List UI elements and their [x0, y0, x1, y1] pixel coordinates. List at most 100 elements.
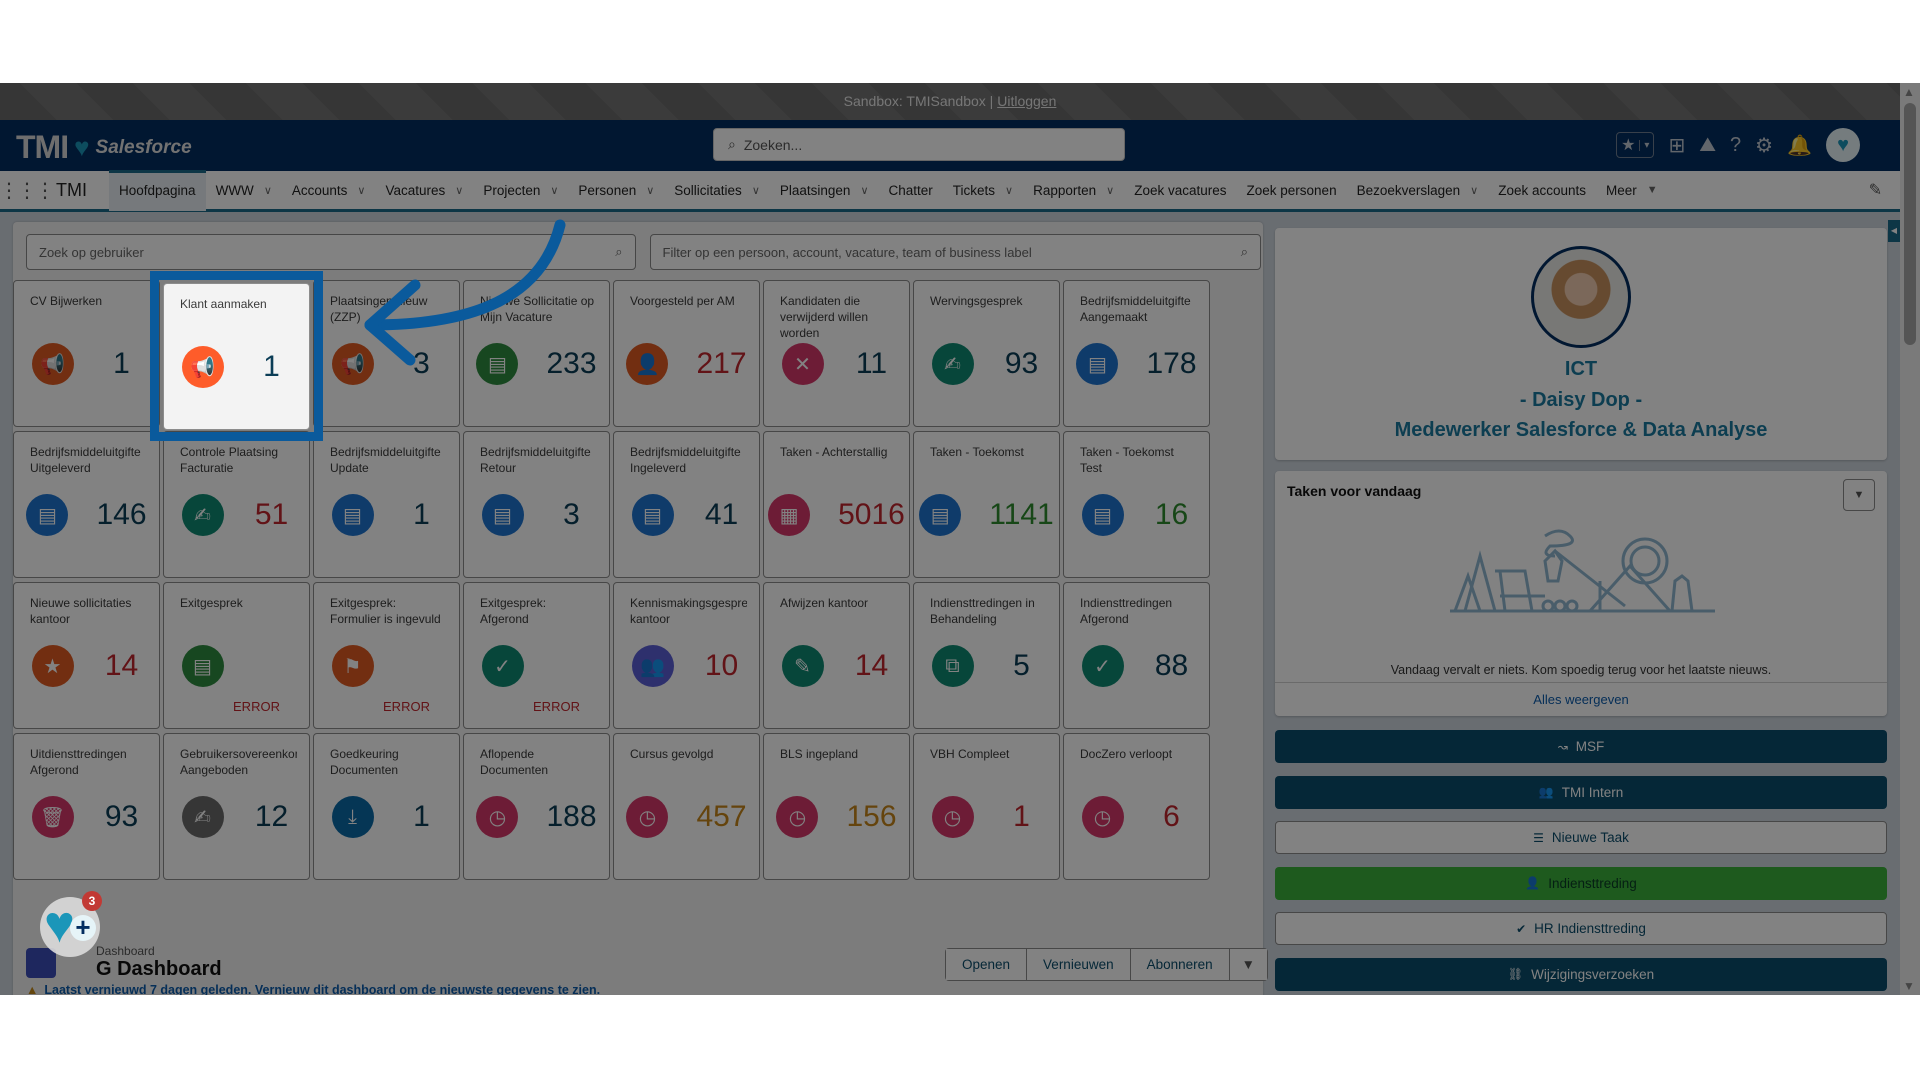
- avatar[interactable]: ♥: [1826, 128, 1860, 162]
- nav-item-label: Plaatsingen: [779, 182, 851, 198]
- msf-button[interactable]: ↝ MSF: [1275, 730, 1887, 763]
- nav-item-personen[interactable]: Personen ∨: [568, 171, 664, 209]
- metric-tile[interactable]: Plaatsingen nieuw (ZZP) 📢 3: [313, 280, 460, 427]
- metric-tile[interactable]: Taken - Toekomst Test ▤ 16: [1063, 431, 1210, 578]
- chevron-down-icon[interactable]: ▼: [1647, 184, 1658, 196]
- metric-tile[interactable]: Cursus gevolgd ◷ 457: [613, 733, 760, 880]
- chevron-down-icon[interactable]: ∨: [550, 184, 558, 197]
- metric-tile[interactable]: Bedrijfsmiddeluitgifte Ingeleverd ▤ 41: [613, 431, 760, 578]
- metric-tile[interactable]: VBH Compleet ◷ 1: [913, 733, 1060, 880]
- favorites-menu-icon[interactable]: ▾: [1639, 139, 1653, 151]
- chevron-down-icon[interactable]: ∨: [455, 184, 463, 197]
- metric-tile[interactable]: Taken - Achterstallig ▦ 5016: [763, 431, 910, 578]
- logout-link[interactable]: Uitloggen: [997, 93, 1056, 109]
- nav-item-meer[interactable]: Meer ▼: [1596, 171, 1668, 209]
- chevron-down-icon[interactable]: ∨: [1106, 184, 1114, 197]
- nieuwe-taak-button[interactable]: ☰ Nieuwe Taak: [1275, 821, 1887, 854]
- nav-item-www[interactable]: WWW ∨: [206, 171, 282, 209]
- chevron-down-icon[interactable]: ∨: [1005, 184, 1013, 197]
- metric-tile[interactable]: Gebruikersovereenkomst Aangeboden ✍ 12: [163, 733, 310, 880]
- metric-tile[interactable]: Taken - Toekomst ▤ 1141: [913, 431, 1060, 578]
- open-button[interactable]: Openen: [946, 949, 1028, 980]
- scroll-down-icon[interactable]: ▼: [1903, 979, 1915, 993]
- chevron-down-icon[interactable]: ∨: [264, 184, 272, 197]
- chevron-down-icon[interactable]: ∨: [1470, 184, 1478, 197]
- metric-tile[interactable]: Aflopende Documenten ◷ 188: [463, 733, 610, 880]
- nav-item-rapporten[interactable]: Rapporten ∨: [1023, 171, 1124, 209]
- metric-tile[interactable]: Bedrijfsmiddeluitgifte Update ▤ 1: [313, 431, 460, 578]
- tmi-logo[interactable]: TMI ♥ Salesforce: [16, 129, 192, 166]
- global-search-input[interactable]: ⌕ Zoeken...: [713, 128, 1125, 161]
- metric-tile[interactable]: Indiensttredingen Afgerond ✓ 88: [1063, 582, 1210, 729]
- subscribe-button[interactable]: Abonneren: [1130, 949, 1230, 980]
- metric-tile[interactable]: DocZero verloopt ◷ 6: [1063, 733, 1210, 880]
- tile-title: Nieuwe Sollicitatie op Mijn Vacature: [480, 294, 595, 324]
- collapse-panel-toggle[interactable]: ◀: [1888, 220, 1900, 242]
- nav-item-hoofdpagina[interactable]: Hoofdpagina: [109, 169, 206, 211]
- chevron-down-icon[interactable]: ∨: [646, 184, 654, 197]
- metric-tile[interactable]: Kandidaten die verwijderd willen worden ✕…: [763, 280, 910, 427]
- refresh-button[interactable]: Vernieuwen: [1027, 949, 1131, 980]
- metric-tile[interactable]: Uitdiensttredingen Afgerond 🗑 93: [13, 733, 160, 880]
- tile-title: Taken - Achterstallig: [780, 445, 888, 459]
- metric-tile[interactable]: CV Bijwerken 📢 1: [13, 280, 160, 427]
- metric-tile[interactable]: Exitgesprek: Afgerond ✓ ERROR: [463, 582, 610, 729]
- calendar-icon: ▦: [768, 494, 811, 536]
- nav-item-zoek-vacatures[interactable]: Zoek vacatures: [1124, 171, 1236, 209]
- nav-item-tickets[interactable]: Tickets ∨: [943, 171, 1023, 209]
- nav-item-accounts[interactable]: Accounts ∨: [282, 171, 376, 209]
- metric-tile[interactable]: Controle Plaatsing Facturatie ✍ 51: [163, 431, 310, 578]
- chevron-down-icon[interactable]: ∨: [357, 184, 365, 197]
- page-scrollbar[interactable]: ▲ ▼: [1900, 83, 1920, 995]
- metric-tile[interactable]: Goedkeuring Documenten ⤓ 1: [313, 733, 460, 880]
- nav-item-zoek-personen[interactable]: Zoek personen: [1237, 171, 1347, 209]
- metric-tile[interactable]: BLS ingepland ◷ 156: [763, 733, 910, 880]
- metric-tile[interactable]: Wervingsgesprek ✍ 93: [913, 280, 1060, 427]
- help-icon[interactable]: ?: [1730, 134, 1741, 157]
- hr-indiensttreding-button[interactable]: ✔ HR Indiensttreding: [1275, 912, 1887, 945]
- bell-icon[interactable]: 🔔: [1787, 133, 1812, 158]
- tile-title: Taken - Toekomst Test: [1080, 445, 1174, 475]
- trailhead-icon[interactable]: ⛰: [1699, 134, 1716, 157]
- metric-tile[interactable]: Voorgesteld per AM 👤 217: [613, 280, 760, 427]
- metric-tile[interactable]: Exitgesprek ▤ ERROR: [163, 582, 310, 729]
- wijzigingsverzoeken-button[interactable]: ⛓ Wijzigingsverzoeken: [1275, 957, 1887, 991]
- nav-item-sollicitaties[interactable]: Sollicitaties ∨: [664, 171, 770, 209]
- scroll-thumb[interactable]: [1904, 103, 1916, 345]
- label-filter-input[interactable]: Filter op een persoon, account, vacature…: [649, 234, 1261, 270]
- nav-item-chatter[interactable]: Chatter: [879, 171, 943, 209]
- nav-item-bezoekverslagen[interactable]: Bezoekverslagen ∨: [1347, 171, 1489, 209]
- metric-tile[interactable]: Indiensttredingen in Behandeling ⧉ 5: [913, 582, 1060, 729]
- global-add-icon[interactable]: ⊞: [1668, 133, 1685, 158]
- metric-tile[interactable]: Afwijzen kantoor ✎ 14: [763, 582, 910, 729]
- app-name: TMI: [56, 179, 87, 200]
- nav-item-vacatures[interactable]: Vacatures ∨: [375, 171, 473, 209]
- gear-icon[interactable]: ⚙: [1755, 133, 1773, 158]
- metric-tile[interactable]: Bedrijfsmiddeluitgifte Aangemaakt ▤ 178: [1063, 280, 1210, 427]
- metric-tile[interactable]: Nieuwe sollicitaties kantoor ★ 14: [13, 582, 160, 729]
- highlighted-tile-klant-aanmaken[interactable]: Klant aanmaken 📢 1: [163, 283, 310, 430]
- more-actions-button[interactable]: ▼: [1229, 949, 1268, 980]
- metric-tile[interactable]: Kennismakingsgesprek kantoor 👥 10: [613, 582, 760, 729]
- indiensttreding-button[interactable]: 👤 Indiensttreding: [1275, 866, 1887, 900]
- metric-tile[interactable]: Nieuwe Sollicitatie op Mijn Vacature ▤ 233: [463, 280, 610, 427]
- nav-item-plaatsingen[interactable]: Plaatsingen ∨: [770, 171, 879, 209]
- user-filter-input[interactable]: Zoek op gebruiker ⌕: [26, 234, 636, 270]
- tmi-intern-button[interactable]: 👥 TMI Intern: [1275, 775, 1887, 809]
- star-icon[interactable]: ★: [1617, 135, 1639, 155]
- user-filter-placeholder: Zoek op gebruiker: [39, 244, 144, 260]
- app-launcher-icon[interactable]: ⋮⋮⋮: [0, 178, 55, 203]
- metric-tile[interactable]: Exitgesprek: Formulier is ingevuld ⚑ ERROR: [313, 582, 460, 729]
- view-all-link[interactable]: Alles weergeven: [1275, 682, 1887, 716]
- chevron-down-icon[interactable]: ∨: [860, 184, 868, 197]
- metric-tile[interactable]: Bedrijfsmiddeluitgifte Retour ▤ 3: [463, 431, 610, 578]
- chevron-down-icon[interactable]: ∨: [752, 184, 760, 197]
- chatter-fab[interactable]: ♥ + 3: [40, 891, 102, 957]
- nav-item-projecten[interactable]: Projecten ∨: [473, 171, 568, 209]
- edit-nav-icon[interactable]: ✎: [1869, 180, 1882, 200]
- nav-item-zoek-accounts[interactable]: Zoek accounts: [1488, 171, 1596, 209]
- tile-value: 1: [113, 347, 130, 380]
- scroll-up-icon[interactable]: ▲: [1903, 85, 1915, 99]
- metric-tile[interactable]: Bedrijfsmiddeluitgifte Uitgeleverd ▤ 146: [13, 431, 160, 578]
- tasks-menu-button[interactable]: ▼: [1843, 479, 1875, 511]
